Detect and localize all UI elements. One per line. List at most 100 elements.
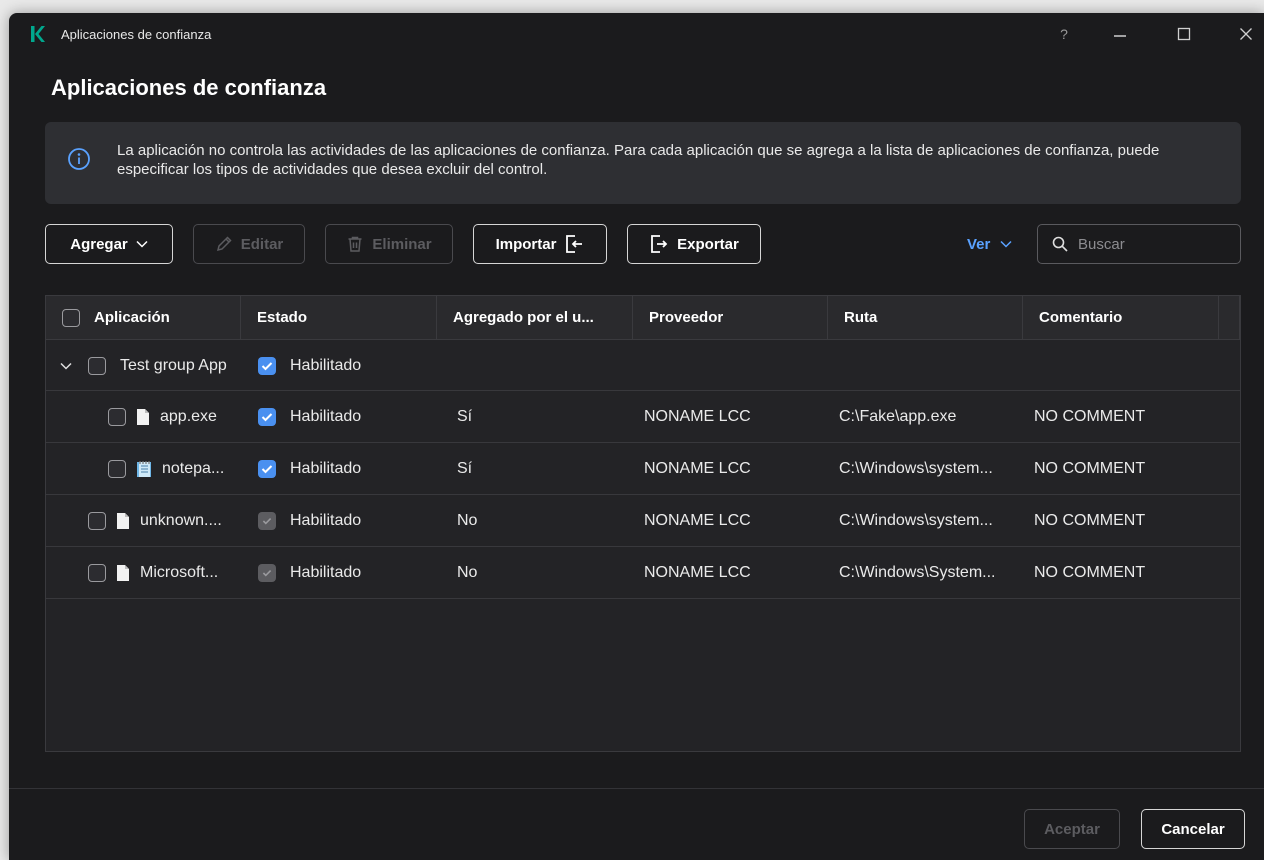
status-checkbox[interactable] <box>258 460 276 478</box>
vendor-cell: NONAME LCC <box>644 512 751 529</box>
cancel-button[interactable]: Cancelar <box>1141 809 1245 849</box>
ok-button[interactable]: Aceptar <box>1024 809 1120 849</box>
path-cell: C:\Windows\system... <box>839 460 993 477</box>
path-cell: C:\Windows\system... <box>839 512 993 529</box>
table-row[interactable]: unknown.... Habilitado No NONAME LCC C:\… <box>46 495 1240 547</box>
import-button[interactable]: Importar <box>473 224 607 264</box>
view-label: Ver <box>967 235 991 253</box>
search-box[interactable] <box>1037 224 1241 264</box>
chevron-down-icon <box>1000 240 1012 248</box>
column-header-vendor[interactable]: Proveedor <box>633 296 828 339</box>
status-label: Habilitado <box>290 512 362 529</box>
view-dropdown[interactable]: Ver <box>967 224 1012 264</box>
export-button-label: Exportar <box>677 235 739 253</box>
check-icon <box>261 413 273 422</box>
notepad-icon <box>137 461 151 477</box>
page-title: Aplicaciones de confianza <box>51 75 327 100</box>
status-checkbox[interactable] <box>258 408 276 426</box>
status-checkbox[interactable] <box>258 356 276 375</box>
trash-icon <box>348 236 362 252</box>
comment-cell: NO COMMENT <box>1034 564 1146 581</box>
vendor-cell: NONAME LCC <box>644 564 751 581</box>
maximize-button[interactable] <box>1169 21 1199 47</box>
table-row[interactable]: notepa... Habilitado Sí NONAME LCC C:\Wi… <box>46 443 1240 495</box>
chevron-down-icon <box>60 362 72 370</box>
row-checkbox[interactable] <box>108 460 126 478</box>
edit-button-label: Editar <box>240 235 284 253</box>
check-icon <box>261 361 273 370</box>
maximize-icon <box>1177 27 1191 41</box>
kaspersky-logo-icon <box>31 26 45 42</box>
trusted-apps-table: Aplicación Estado Agregado por el u... P… <box>45 295 1241 752</box>
row-checkbox[interactable] <box>88 356 106 375</box>
comment-cell: NO COMMENT <box>1034 408 1146 425</box>
vendor-cell: NONAME LCC <box>644 460 751 477</box>
pencil-icon <box>216 236 232 252</box>
delete-button[interactable]: Eliminar <box>325 224 453 264</box>
comment-cell: NO COMMENT <box>1034 512 1146 529</box>
close-button[interactable] <box>1231 21 1261 47</box>
import-icon <box>566 235 583 253</box>
vendor-cell: NONAME LCC <box>644 408 751 425</box>
minimize-icon <box>1114 35 1126 37</box>
expand-toggle[interactable] <box>60 340 72 391</box>
application-name: Test group App <box>120 356 227 374</box>
chevron-down-icon <box>136 240 148 248</box>
export-button[interactable]: Exportar <box>627 224 761 264</box>
status-checkbox-disabled <box>258 512 276 530</box>
trusted-apps-window: Aplicaciones de confianza ? Aplicaciones… <box>9 13 1264 860</box>
table-row[interactable]: app.exe Habilitado Sí NONAME LCC C:\Fake… <box>46 391 1240 443</box>
import-button-label: Importar <box>495 235 557 253</box>
column-header-comment[interactable]: Comentario <box>1023 296 1219 339</box>
export-icon <box>651 235 668 253</box>
status-cell: Habilitado <box>258 547 361 599</box>
path-cell: C:\Fake\app.exe <box>839 408 957 425</box>
added-by-user-cell: Sí <box>457 408 473 425</box>
comment-cell: NO COMMENT <box>1034 460 1146 477</box>
add-button[interactable]: Agregar <box>45 224 173 264</box>
status-cell: Habilitado <box>258 495 361 547</box>
application-cell: Test group App <box>88 340 227 391</box>
row-checkbox[interactable] <box>88 564 106 582</box>
delete-button-label: Eliminar <box>372 235 432 253</box>
application-name: Microsoft... <box>140 564 219 581</box>
row-checkbox[interactable] <box>88 512 106 530</box>
table-header: Aplicación Estado Agregado por el u... P… <box>46 296 1240 340</box>
row-checkbox[interactable] <box>108 408 126 426</box>
status-cell: Habilitado <box>258 391 361 443</box>
edit-button[interactable]: Editar <box>193 224 305 264</box>
status-label: Habilitado <box>290 408 362 425</box>
file-icon <box>117 565 129 581</box>
minimize-button[interactable] <box>1105 21 1135 47</box>
column-header-status[interactable]: Estado <box>241 296 437 339</box>
column-header-application[interactable]: Aplicación <box>46 296 241 339</box>
dialog-footer: Aceptar Cancelar <box>9 788 1264 860</box>
table-row-group[interactable]: Test group App Habilitado <box>46 340 1240 391</box>
status-label: Habilitado <box>290 356 362 374</box>
help-button[interactable]: ? <box>1049 21 1079 47</box>
info-banner: La aplicación no controla las actividade… <box>45 122 1241 204</box>
column-header-extra <box>1219 296 1240 339</box>
column-label: Aplicación <box>94 309 170 326</box>
info-icon <box>68 148 90 170</box>
status-label: Habilitado <box>290 460 362 477</box>
table-row[interactable]: Microsoft... Habilitado No NONAME LCC C:… <box>46 547 1240 599</box>
title-bar: Aplicaciones de confianza ? <box>9 13 1264 55</box>
status-checkbox-disabled <box>258 564 276 582</box>
path-cell: C:\Windows\System... <box>839 564 996 581</box>
application-name: unknown.... <box>140 512 222 529</box>
file-icon <box>137 409 149 425</box>
application-cell: notepa... <box>108 443 224 495</box>
added-by-user-cell: No <box>457 512 478 529</box>
column-header-path[interactable]: Ruta <box>828 296 1023 339</box>
status-cell: Habilitado <box>258 443 361 495</box>
application-cell: Microsoft... <box>88 547 218 599</box>
file-icon <box>117 513 129 529</box>
search-input[interactable] <box>1078 235 1218 253</box>
column-header-added-by-user[interactable]: Agregado por el u... <box>437 296 633 339</box>
window-title: Aplicaciones de confianza <box>61 27 212 42</box>
application-cell: app.exe <box>108 391 217 443</box>
status-label: Habilitado <box>290 564 362 581</box>
select-all-checkbox[interactable] <box>62 308 80 327</box>
check-icon <box>261 465 273 474</box>
